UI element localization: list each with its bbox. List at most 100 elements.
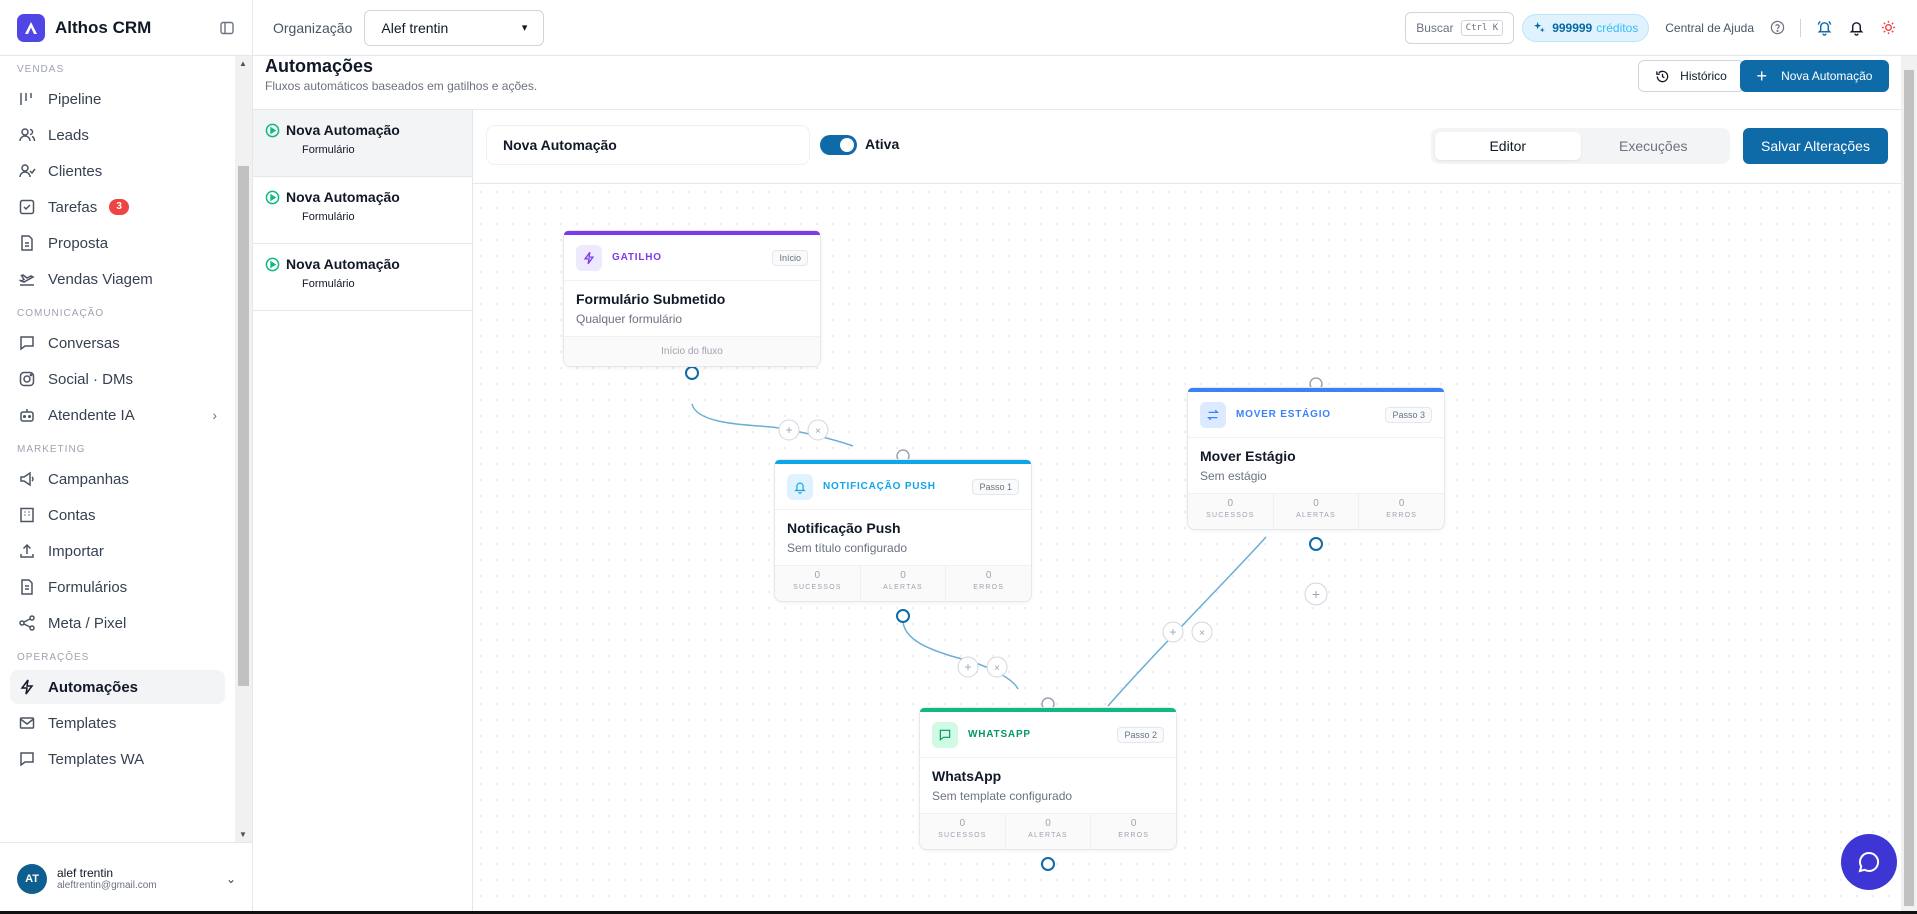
move-stage-node[interactable]: MOVER ESTÁGIO Passo 3 Mover Estágio Sem … <box>1187 387 1445 530</box>
list-item[interactable]: Nova Automação Formulário <box>253 177 472 244</box>
node-title: Formulário Submetido <box>576 291 726 307</box>
edge-push-to-whatsapp <box>902 619 1019 690</box>
credits-label: créditos <box>1596 20 1639 35</box>
save-changes-button[interactable]: Salvar Alterações <box>1743 128 1888 164</box>
push-notification-node[interactable]: NOTIFICAÇÃO PUSH Passo 1 Notificação Pus… <box>774 459 1032 602</box>
edge-control-1[interactable]: + × <box>778 419 829 441</box>
zap-icon <box>20 679 34 695</box>
sidebar-scrollbar[interactable]: ▲ ▼ <box>235 56 252 842</box>
tab-editor[interactable]: Editor <box>1435 132 1581 160</box>
node-type: WHATSAPP <box>968 729 1031 740</box>
org-select-value: Alef trentin <box>381 19 449 36</box>
user-check-icon <box>19 164 36 178</box>
stat-label: SUCESSOS <box>793 584 842 591</box>
credits-badge[interactable]: 999999 créditos <box>1522 13 1650 42</box>
sidebar: Althos CRM VENDAS Pipeline Leads Cliente… <box>0 0 253 914</box>
svg-text:×: × <box>815 426 821 437</box>
bell-icon[interactable] <box>1847 19 1865 37</box>
page-scrollbar[interactable] <box>1901 56 1917 911</box>
edge-control-2[interactable]: + × <box>957 656 1008 678</box>
svg-text:×: × <box>994 663 1000 674</box>
sidebar-scroll-thumb[interactable] <box>238 166 249 686</box>
node-description: Qualquer formulário <box>576 312 683 326</box>
sidebar-nav: VENDAS Pipeline Leads Clientes Tarefas 3… <box>0 56 235 842</box>
handle-whatsapp-out <box>1041 857 1055 871</box>
sidebar-item-label: Contas <box>48 506 96 524</box>
new-automation-button[interactable]: + Nova Automação <box>1740 60 1889 92</box>
sidebar-item-clientes[interactable]: Clientes <box>10 154 225 188</box>
sidebar-item-leads[interactable]: Leads <box>10 118 225 152</box>
scroll-up-arrow-icon[interactable]: ▲ <box>239 59 247 68</box>
sidebar-item-conversas[interactable]: Conversas <box>10 326 225 360</box>
sidebar-item-proposta[interactable]: Proposta <box>10 226 225 260</box>
add-node-button[interactable]: + <box>1304 582 1328 606</box>
automation-tag: Formulário <box>302 211 355 223</box>
node-step-badge: Passo 3 <box>1385 406 1432 423</box>
chat-bubble-icon <box>1858 851 1880 873</box>
svg-text:+: + <box>1169 625 1176 639</box>
tasks-count-badge: 3 <box>109 199 130 215</box>
sidebar-item-pipeline[interactable]: Pipeline <box>10 82 225 116</box>
flow-canvas[interactable]: + × + × + × + GATILHO Início Formulário … <box>473 184 1901 911</box>
sidebar-item-label: Meta / Pixel <box>48 614 127 632</box>
node-footer: Início do fluxo <box>564 336 820 366</box>
help-center-link[interactable]: Central de Ajuda <box>1665 21 1754 35</box>
node-title: WhatsApp <box>932 768 1002 784</box>
sidebar-item-label: Formulários <box>48 578 128 596</box>
sidebar-item-contas[interactable]: Contas <box>10 498 225 532</box>
chevron-right-icon: › <box>212 407 217 423</box>
handle-move-out <box>1309 537 1323 551</box>
topbar-divider <box>1800 18 1801 37</box>
sidebar-collapse-icon[interactable] <box>219 20 235 36</box>
tab-executions[interactable]: Execuções <box>1581 132 1727 160</box>
view-tabs: Editor Execuções <box>1431 128 1730 164</box>
active-toggle[interactable] <box>820 135 857 155</box>
chevron-down-icon: ▾ <box>521 22 528 34</box>
stat-label: ALERTAS <box>1028 832 1068 839</box>
user-info: alef trentin aleftrentin@gmail.com <box>57 866 157 891</box>
trigger-node[interactable]: GATILHO Início Formulário Submetido Qual… <box>563 230 821 367</box>
sidebar-item-label: Importar <box>48 542 104 560</box>
sidebar-item-social[interactable]: Social · DMs <box>10 362 225 396</box>
sidebar-item-importar[interactable]: Importar <box>10 534 225 568</box>
search-button[interactable]: Buscar Ctrl K <box>1405 11 1515 44</box>
edge-control-3[interactable]: + × <box>1162 621 1213 643</box>
sun-icon[interactable] <box>1879 19 1897 37</box>
sidebar-item-formularios[interactable]: Formulários <box>10 570 225 604</box>
org-select[interactable]: Alef trentin ▾ <box>364 9 545 46</box>
edge-trigger-to-push <box>691 403 854 447</box>
automation-name: Nova Automação <box>265 189 460 205</box>
list-item[interactable]: Nova Automação Formulário <box>253 110 472 177</box>
page-scroll-thumb[interactable] <box>1904 70 1914 906</box>
megaphone-icon <box>20 471 34 487</box>
automation-name-input[interactable]: Nova Automação <box>487 126 809 164</box>
sidebar-item-campanhas[interactable]: Campanhas <box>10 462 225 496</box>
bell-ring-icon[interactable] <box>1815 19 1833 37</box>
bot-icon <box>20 409 34 422</box>
sidebar-item-meta-pixel[interactable]: Meta / Pixel <box>10 606 225 640</box>
share-icon <box>19 615 35 631</box>
stat-errors: 0 ERROS <box>1091 814 1176 849</box>
stat-label: ERROS <box>973 584 1005 591</box>
whatsapp-node[interactable]: WHATSAPP Passo 2 WhatsApp Sem template c… <box>919 707 1177 850</box>
nav-section-vendas: VENDAS <box>17 64 65 75</box>
sidebar-item-templates[interactable]: Templates <box>10 706 225 740</box>
svg-text:+: + <box>964 660 971 674</box>
history-button[interactable]: Histórico <box>1638 60 1744 92</box>
sidebar-item-templates-wa[interactable]: Templates WA <box>10 742 225 776</box>
stat-value: 0 <box>1130 818 1137 829</box>
chat-support-button[interactable] <box>1841 834 1897 890</box>
stat-alerts: 0 ALERTAS <box>1006 814 1092 849</box>
stat-value: 0 <box>1227 498 1234 509</box>
user-menu[interactable]: AT alef trentin aleftrentin@gmail.com ⌄ <box>0 842 253 914</box>
chevron-down-icon[interactable]: ⌄ <box>226 872 236 886</box>
help-circle-icon[interactable] <box>1768 19 1786 37</box>
sidebar-item-automacoes[interactable]: Automações <box>10 670 225 704</box>
scroll-down-arrow-icon[interactable]: ▼ <box>239 830 247 839</box>
node-type: NOTIFICAÇÃO PUSH <box>823 481 936 492</box>
sidebar-item-vendas-viagem[interactable]: Vendas Viagem <box>10 262 225 296</box>
sidebar-item-tarefas[interactable]: Tarefas 3 <box>10 190 225 224</box>
node-header: MOVER ESTÁGIO Passo 3 <box>1188 392 1444 438</box>
list-item[interactable]: Nova Automação Formulário <box>253 244 472 311</box>
sidebar-item-atendente-ia[interactable]: Atendente IA › <box>10 398 225 432</box>
